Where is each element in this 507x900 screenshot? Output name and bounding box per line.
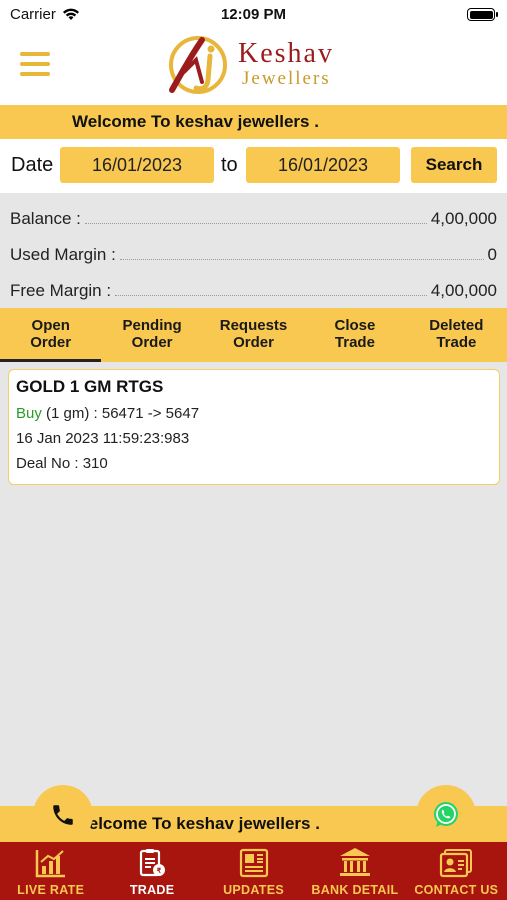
bottom-nav: LIVE RATE ₹ TRADE UPDATES BANK DETAIL CO… <box>0 842 507 900</box>
order-title: GOLD 1 GM RTGS <box>16 377 164 396</box>
trade-icon: ₹ <box>140 849 166 877</box>
logo-mark-icon <box>169 36 227 94</box>
clock: 12:09 PM <box>220 6 287 23</box>
order-side: Buy <box>16 405 42 422</box>
order-timestamp: 16 Jan 2023 11:59:23:983 <box>16 430 190 447</box>
tab-deleted-trade[interactable]: Deleted Trade <box>406 308 507 362</box>
nav-updates[interactable]: UPDATES <box>203 842 304 900</box>
order-card[interactable]: GOLD 1 GM RTGS Buy (1 gm) : 56471 -> 564… <box>8 369 500 485</box>
tab-label-line1: Requests <box>219 317 288 334</box>
nav-label: UPDATES <box>223 883 284 897</box>
whatsapp-icon <box>434 802 458 827</box>
whatsapp-button[interactable] <box>416 785 476 845</box>
free-margin-value: 4,00,000 <box>430 281 497 300</box>
bank-icon <box>339 848 370 876</box>
newspaper-icon <box>239 848 268 878</box>
nav-bank-detail[interactable]: BANK DETAIL <box>304 842 405 900</box>
from-date-field[interactable]: 16/01/2023 <box>60 147 214 183</box>
chart-icon <box>35 850 65 878</box>
used-margin-value: 0 <box>487 245 497 264</box>
call-button[interactable] <box>33 785 93 845</box>
tab-label-line2: Trade <box>334 334 375 351</box>
menu-icon[interactable] <box>20 52 50 76</box>
tab-open-order[interactable]: Open Order <box>0 308 102 362</box>
tab-requests-order[interactable]: Requests Order <box>203 308 304 362</box>
date-label: Date <box>11 154 54 176</box>
balance-label: Balance : <box>10 209 81 228</box>
balance-value: 4,00,000 <box>430 209 497 228</box>
nav-contact-us[interactable]: CONTACT US <box>406 842 507 900</box>
contact-card-icon <box>440 849 473 878</box>
to-date-field[interactable]: 16/01/2023 <box>246 147 400 183</box>
tab-label-line2: Order <box>233 334 274 351</box>
tab-label-line1: Deleted <box>429 317 484 334</box>
order-tabs: Open Order Pending Order Requests Order … <box>0 308 507 362</box>
brand-logo: Keshav Jewellers <box>158 32 358 98</box>
tab-label-line1: Pending <box>122 317 182 334</box>
nav-label: LIVE RATE <box>17 883 85 897</box>
logo-title: Keshav <box>238 38 334 69</box>
tab-close-trade[interactable]: Close Trade <box>304 308 405 362</box>
nav-label: TRADE <box>129 883 175 897</box>
to-label: to <box>221 154 238 176</box>
order-detail: Buy (1 gm) : 56471 -> 5647 <box>16 405 492 422</box>
used-margin-row: Used Margin : 0 <box>10 229 497 265</box>
nav-live-rate[interactable]: LIVE RATE <box>0 842 101 900</box>
tab-label-line2: Trade <box>436 334 477 351</box>
tab-pending-order[interactable]: Pending Order <box>101 308 202 362</box>
phone-icon <box>53 805 73 825</box>
free-margin-row: Free Margin : 4,00,000 <box>10 265 497 301</box>
order-deal-no: Deal No : 310 <box>16 455 108 472</box>
tab-label-line1: Open <box>31 317 70 334</box>
date-filter: Date 16/01/2023 to 16/01/2023 Search <box>0 139 507 193</box>
svg-text:₹: ₹ <box>157 867 162 875</box>
search-button[interactable]: Search <box>411 147 497 183</box>
tab-label-line2: Order <box>30 334 72 351</box>
tab-label-line2: Order <box>131 334 173 351</box>
balance-row: Balance : 4,00,000 <box>10 193 497 229</box>
nav-label: BANK DETAIL <box>311 883 399 897</box>
welcome-banner-top: Welcome To keshav jewellers . <box>0 105 507 139</box>
order-price: (1 gm) : 56471 -> 5647 <box>41 405 200 422</box>
app-header: Keshav Jewellers <box>0 30 507 105</box>
balance-summary: Balance : 4,00,000 Used Margin : 0 Free … <box>0 193 507 307</box>
used-margin-label: Used Margin : <box>10 245 116 264</box>
tab-label-line1: Close <box>334 317 376 334</box>
nav-label: CONTACT US <box>414 883 499 897</box>
status-bar: Carrier 12:09 PM <box>0 0 507 30</box>
free-margin-label: Free Margin : <box>10 281 112 300</box>
battery-icon <box>467 8 498 21</box>
logo-subtitle: Jewellers <box>242 68 331 89</box>
nav-trade[interactable]: ₹ TRADE <box>101 842 202 900</box>
